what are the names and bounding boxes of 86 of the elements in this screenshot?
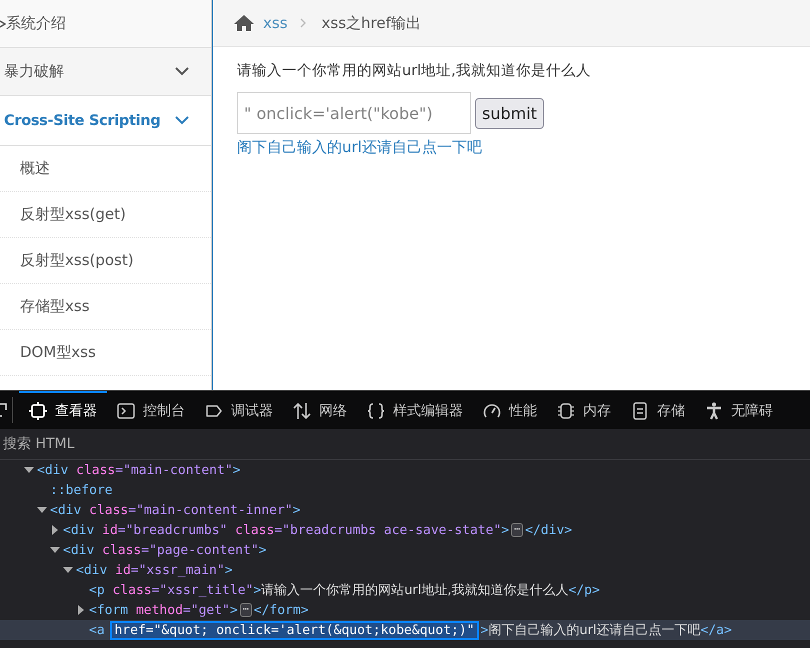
code-pseudo-element: ::before [50, 482, 113, 498]
devtools-tab[interactable]: 控制台 [107, 391, 195, 429]
code-tag: > [224, 562, 233, 578]
code-attribute: id [102, 522, 118, 538]
sidebar-item[interactable]: 系统介绍 [0, 0, 211, 48]
code-tag: > [501, 522, 510, 538]
code-row[interactable]: <a href="&quot; onclick='alert(&quot;kobe&quot;)" >阁下自己输入的url还请自己点一下吧</a> [0, 620, 810, 640]
code-value: ="get" [182, 602, 230, 618]
devtools-tab[interactable]: 内存 [547, 391, 621, 429]
code-tag: > [253, 582, 262, 598]
code-tag: <div [63, 542, 94, 558]
code-tag: <div [63, 522, 94, 538]
code-attribute: class [102, 542, 142, 558]
devtools-tab[interactable]: 无障碍 [695, 391, 783, 429]
code-attribute: id [115, 562, 131, 578]
collapsed-triangle-icon[interactable] [50, 525, 60, 535]
breadcrumb-current: xss之href输出 [322, 14, 421, 32]
code-tag: <a [89, 622, 105, 638]
prompt-text: 请输入一个你常用的网站url地址,我就知道你是什么人 [237, 62, 591, 80]
home-icon[interactable] [233, 14, 255, 32]
collapsed-content-badge: ⋯ [511, 523, 524, 537]
search-field[interactable]: 搜索 HTML [0, 429, 810, 459]
devtools-tab[interactable]: 查看器 [19, 391, 107, 429]
expanded-triangle-icon[interactable] [37, 505, 47, 515]
devtools-tab[interactable]: 网络 [283, 391, 357, 429]
chevron-icon [175, 67, 189, 76]
code-value: ="xssr_main" [130, 562, 225, 578]
code-row[interactable]: <div id="breadcrumbs" class="breadcrumbs ace-save-state"> ⋯ </div> [0, 520, 810, 540]
code-tag: </a> [700, 622, 732, 638]
code-value: ="main-content" [115, 462, 233, 478]
code-tag: <form [89, 602, 128, 618]
braces-icon [367, 402, 385, 420]
code-value: ="xssr_title" [152, 582, 254, 598]
code-row[interactable]: ::before [0, 480, 810, 500]
devtools-tab[interactable]: 调试器 [195, 391, 283, 429]
code-tag: > [232, 462, 240, 478]
gauge-icon [483, 402, 501, 420]
code-row[interactable]: <div class="main-content-inner"> [0, 500, 810, 520]
code-value: ="breadcrumbs" [118, 522, 228, 538]
code-attribute: method [136, 602, 183, 618]
collapsed-content-badge: ⋯ [240, 603, 252, 617]
code-tag: </form> [254, 602, 309, 618]
code-tag: > [480, 622, 488, 638]
code-row[interactable]: <div id="xssr_main"> [0, 560, 810, 580]
code-attribute: class [89, 502, 128, 518]
code-tag: <div [37, 462, 68, 478]
code-tag: </p> [568, 582, 600, 598]
chevron-right-icon [300, 18, 306, 28]
code-row[interactable]: <p class="xssr_title">请输入一个你常用的网站url地址,我就知道你是什么人</p> [0, 580, 810, 600]
url-link[interactable]: 阁下自己输入的url还请自己点一下吧 [237, 138, 482, 157]
code-text: 请输入一个你常用的网站url地址,我就知道你是什么人 [261, 582, 569, 599]
collapsed-triangle-icon[interactable] [76, 605, 86, 615]
chip-icon [557, 402, 575, 420]
submit-button[interactable]: submit [475, 98, 544, 128]
devtools-tab[interactable]: 性能 [473, 391, 547, 429]
expanded-triangle-icon[interactable] [63, 565, 73, 575]
expanded-triangle-icon[interactable] [50, 545, 60, 555]
code-value: ="breadcrumbs ace-save-state" [274, 522, 502, 538]
code-attribute: class [76, 462, 116, 478]
code-text: 阁下自己输入的url还请自己点一下吧 [488, 622, 701, 639]
code-attribute: class [235, 522, 274, 538]
url-input-field[interactable]: " onclick='alert("kobe") [237, 92, 471, 134]
code-row[interactable]: <div class="page-content"> [0, 540, 810, 560]
code-tag: > [258, 542, 266, 558]
devtools-tab[interactable]: 样式编辑器 [357, 391, 473, 429]
code-tag: <p [89, 582, 105, 598]
code-tag: </div> [525, 522, 572, 538]
code-tag: <div [76, 562, 108, 578]
devtools-tab[interactable]: 存储 [621, 391, 695, 429]
code-row[interactable]: <div class="main-content"> [0, 460, 810, 480]
code-tag: > [230, 602, 238, 618]
console-icon [117, 402, 135, 420]
code-tag: > [292, 502, 300, 518]
code-row[interactable]: <form method="get"> ⋯ </form> [0, 600, 810, 620]
up-down-arrows-icon [293, 402, 311, 420]
code-attribute: href="&quot; onclick='alert(&quot;kobe&quot;)" [112, 622, 476, 638]
expanded-triangle-icon[interactable] [24, 465, 34, 475]
document-icon [631, 402, 649, 420]
person-icon [705, 402, 723, 420]
inspector-icon [29, 402, 47, 420]
code-tag: <div [50, 502, 82, 518]
element-picker-icon[interactable] [0, 401, 8, 419]
code-attribute: class [112, 582, 152, 598]
sidebar-item[interactable]: 暴力破解 [0, 48, 211, 96]
code-value: ="page-content" [141, 542, 259, 558]
code-value: ="main-content-inner" [128, 502, 293, 518]
